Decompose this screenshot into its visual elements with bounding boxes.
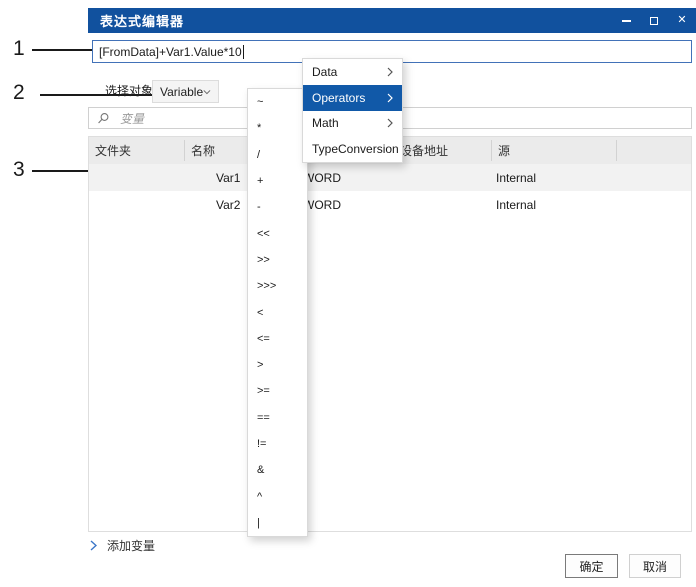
insert-context-menu: Data Operators Math TypeConversion bbox=[302, 58, 403, 163]
chevron-down-icon bbox=[203, 89, 211, 94]
maximize-button[interactable] bbox=[648, 15, 660, 27]
add-variable-label: 添加变量 bbox=[107, 539, 156, 553]
menu-item-operator[interactable]: * bbox=[248, 115, 307, 141]
menu-item-typeconversion[interactable]: TypeConversion bbox=[303, 136, 402, 162]
dropdown-value: Variable bbox=[160, 84, 204, 99]
menu-item-operator[interactable]: / bbox=[248, 142, 307, 168]
close-button[interactable]: ✕ bbox=[676, 15, 688, 27]
table-row-var1[interactable]: Var1 WORD Internal bbox=[89, 164, 691, 191]
select-object-label: 选择对象 bbox=[105, 84, 154, 98]
menu-item-operator[interactable]: << bbox=[248, 220, 307, 246]
menu-item-math[interactable]: Math bbox=[303, 111, 402, 137]
menu-item-operator[interactable]: < bbox=[248, 299, 307, 325]
annotation-line-3 bbox=[32, 170, 88, 172]
cell-name: Var1 bbox=[216, 170, 241, 185]
column-header-folder[interactable]: 文件夹 bbox=[95, 137, 131, 164]
search-icon bbox=[98, 112, 109, 123]
chevron-right-icon bbox=[90, 540, 97, 551]
menu-item-operator[interactable]: != bbox=[248, 431, 307, 457]
search-placeholder: 变量 bbox=[120, 111, 145, 126]
expression-editor-dialog: 1 2 3 表达式编辑器 ✕ [FromData]+Var1.Value*10 … bbox=[0, 0, 696, 587]
annotation-number-3: 3 bbox=[13, 158, 25, 181]
menu-item-operator[interactable]: & bbox=[248, 457, 307, 483]
menu-item-data[interactable]: Data bbox=[303, 59, 402, 85]
add-variable-expander[interactable]: 添加变量 bbox=[90, 537, 155, 554]
ok-button[interactable]: 确定 bbox=[565, 554, 618, 578]
menu-item-label: Math bbox=[312, 116, 339, 131]
cell-source: Internal bbox=[496, 170, 537, 185]
annotation-line-1 bbox=[32, 49, 92, 51]
menu-item-operator[interactable]: - bbox=[248, 194, 307, 220]
table-row-var2[interactable]: Var2 WORD Internal bbox=[89, 191, 691, 218]
column-header-device-address[interactable]: 设备地址 bbox=[400, 137, 448, 164]
cell-data-type: WORD bbox=[303, 170, 341, 185]
maximize-icon bbox=[650, 16, 658, 25]
window-controls: ✕ bbox=[620, 8, 688, 33]
column-divider bbox=[616, 140, 617, 161]
column-divider bbox=[184, 140, 185, 161]
menu-item-operator[interactable]: >> bbox=[248, 247, 307, 273]
menu-item-operator[interactable]: ^ bbox=[248, 483, 307, 509]
menu-item-operator[interactable]: + bbox=[248, 168, 307, 194]
minimize-button[interactable] bbox=[620, 15, 632, 27]
menu-item-operator[interactable]: >>> bbox=[248, 273, 307, 299]
column-header-source[interactable]: 源 bbox=[498, 137, 510, 164]
menu-item-label: TypeConversion bbox=[312, 142, 399, 157]
annotation-number-1: 1 bbox=[13, 37, 25, 60]
chevron-right-icon bbox=[387, 93, 393, 103]
menu-item-label: Data bbox=[312, 64, 338, 79]
column-header-name[interactable]: 名称 bbox=[191, 137, 215, 164]
annotation-number-2: 2 bbox=[13, 81, 25, 104]
chevron-right-icon bbox=[387, 118, 393, 128]
variable-table: 文件夹 名称 设备地址 源 Var1 WORD Internal Var2 WO… bbox=[88, 136, 692, 532]
menu-item-label: Operators bbox=[312, 90, 366, 105]
object-type-dropdown[interactable]: Variable bbox=[152, 80, 219, 103]
operators-submenu: ~ * / + - << >> >>> < <= > >= == != & ^ … bbox=[247, 88, 308, 537]
column-divider bbox=[491, 140, 492, 161]
dialog-title: 表达式编辑器 bbox=[100, 14, 185, 29]
expression-text: [FromData]+Var1.Value*10 bbox=[99, 44, 242, 59]
cancel-button[interactable]: 取消 bbox=[629, 554, 681, 578]
minimize-icon bbox=[621, 19, 631, 22]
menu-item-operator[interactable]: > bbox=[248, 352, 307, 378]
cell-name: Var2 bbox=[216, 197, 241, 212]
menu-item-operator[interactable]: | bbox=[248, 510, 307, 536]
menu-item-operators[interactable]: Operators bbox=[303, 84, 402, 111]
cell-source: Internal bbox=[496, 197, 537, 212]
title-bar[interactable]: 表达式编辑器 ✕ bbox=[88, 8, 696, 33]
menu-item-operator[interactable]: >= bbox=[248, 378, 307, 404]
cell-data-type: WORD bbox=[303, 197, 341, 212]
menu-item-operator[interactable]: == bbox=[248, 405, 307, 431]
chevron-right-icon bbox=[387, 67, 393, 77]
close-icon: ✕ bbox=[677, 14, 687, 26]
text-cursor bbox=[242, 44, 244, 59]
menu-item-operator[interactable]: ~ bbox=[248, 89, 307, 115]
menu-item-operator[interactable]: <= bbox=[248, 326, 307, 352]
